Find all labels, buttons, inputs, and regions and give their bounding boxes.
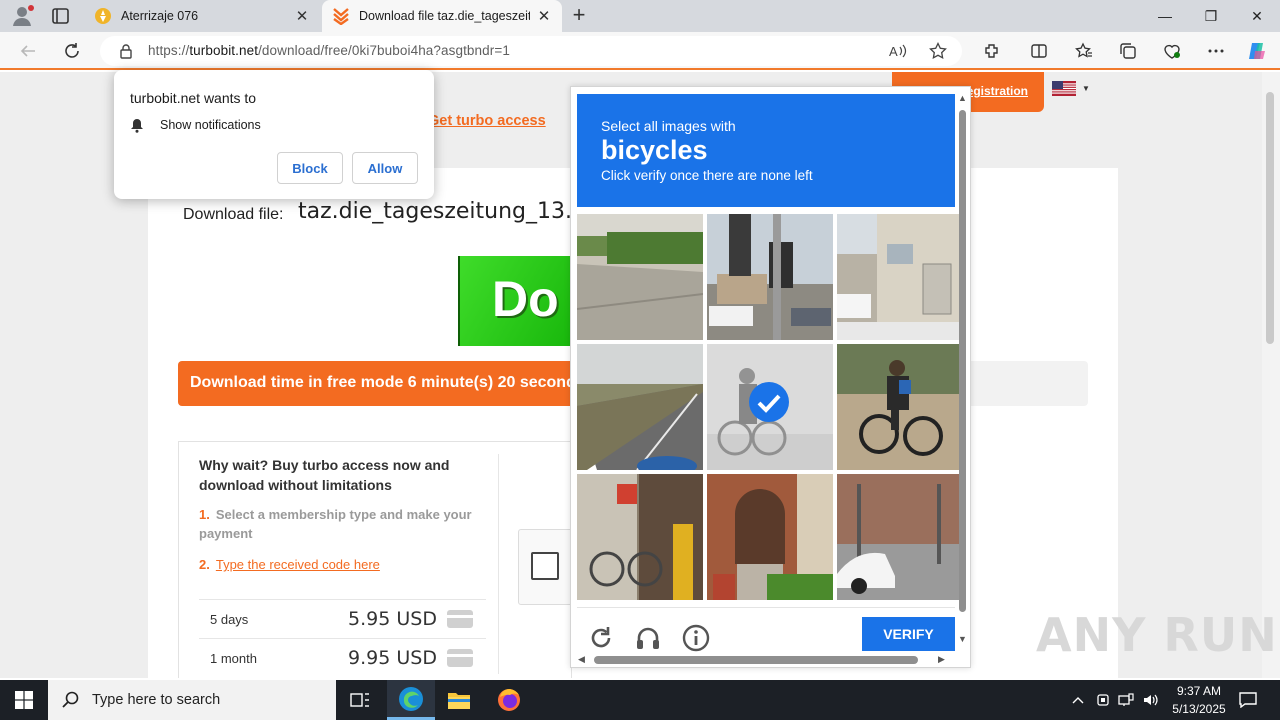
credit-card-icon [447, 610, 473, 628]
search-icon [62, 691, 79, 708]
captcha-scroll-thumb[interactable] [959, 110, 966, 612]
turbo-access-link[interactable]: Get turbo access [428, 113, 546, 129]
file-name: taz.die_tageszeitung_13. [298, 199, 572, 224]
battery-device-icon[interactable] [1093, 690, 1113, 710]
notification-title: turbobit.net wants to [130, 90, 257, 106]
network-icon[interactable] [1116, 690, 1136, 710]
us-flag-icon[interactable] [1052, 81, 1076, 96]
favorite-star-icon[interactable] [927, 40, 949, 62]
refresh-icon[interactable] [61, 40, 83, 62]
captcha-tile-2[interactable] [707, 214, 833, 340]
price-row-5-days[interactable]: 5 days 5.95 USD [199, 599, 486, 638]
why-wait-heading: Why wait? Buy turbo access now and downl… [199, 457, 450, 493]
download-banner-text: Do [492, 271, 559, 327]
reload-icon[interactable] [587, 624, 615, 654]
captcha-divider [577, 607, 955, 608]
price-period: 5 days [210, 611, 249, 627]
download-banner[interactable]: Do [458, 256, 570, 346]
scroll-right-icon[interactable]: ▶ [938, 654, 945, 665]
clock-date[interactable]: 5/13/2025 [1165, 702, 1233, 716]
svg-text:A: A [889, 44, 898, 59]
minimize-button[interactable]: — [1142, 0, 1188, 32]
tab-aterrizaje[interactable]: Aterrizaje 076 ✕ [84, 0, 320, 32]
captcha-tile-1[interactable] [577, 214, 703, 340]
scroll-left-icon[interactable]: ◀ [578, 654, 585, 665]
new-tab-button[interactable]: + [568, 4, 590, 27]
enter-code-link[interactable]: Type the received code here [216, 557, 380, 572]
split-screen-icon[interactable] [1028, 40, 1050, 62]
back-icon[interactable] [17, 40, 39, 62]
extensions-icon[interactable] [981, 40, 1003, 62]
price-amount: 5.95 USD [348, 608, 437, 630]
anyrun-watermark: ANY RUN [1036, 608, 1278, 662]
price-period: 1 month [210, 650, 257, 666]
browser-essentials-icon[interactable] [1161, 40, 1183, 62]
search-placeholder: Type here to search [92, 692, 221, 708]
more-options-icon[interactable] [1205, 40, 1227, 62]
notification-permission-text: Show notifications [160, 118, 261, 132]
edge-taskbar-icon[interactable] [387, 680, 435, 720]
tab-title: Aterrizaje 076 [121, 9, 199, 23]
free-mode-time-text: Download time in free mode 6 minute(s) 2… [190, 374, 570, 391]
notifications-icon[interactable] [1238, 690, 1258, 710]
language-dropdown-caret-icon[interactable]: ▼ [1082, 84, 1090, 93]
tab-download-file[interactable]: Download file taz.die_tageszeitung_13.05… [322, 0, 562, 32]
windows-icon [15, 691, 33, 709]
turbobit-favicon-icon [332, 7, 350, 25]
audio-challenge-icon[interactable] [634, 624, 662, 654]
captcha-tile-6[interactable] [837, 344, 963, 470]
step-1: 1. Select a membership type and make your… [199, 507, 472, 541]
divider [498, 454, 499, 674]
volume-icon[interactable] [1141, 690, 1161, 710]
close-window-button[interactable]: ✕ [1234, 0, 1280, 32]
captcha-instruction: Click verify once there are none left [601, 168, 813, 183]
close-tab-icon[interactable]: ✕ [536, 8, 552, 25]
copilot-icon[interactable] [1246, 40, 1268, 62]
clock-time[interactable]: 9:37 AM [1165, 684, 1233, 698]
favorites-icon[interactable] [1073, 40, 1095, 62]
info-icon[interactable] [682, 624, 710, 654]
profile-icon[interactable] [10, 4, 36, 28]
price-row-1-month[interactable]: 1 month 9.95 USD [199, 638, 486, 677]
step-2: 2. Type the received code here [199, 557, 380, 572]
page-scrollbar-thumb[interactable] [1266, 92, 1274, 344]
captcha-tile-3[interactable] [837, 214, 963, 340]
start-button[interactable] [0, 680, 48, 720]
tab-actions-icon[interactable] [50, 6, 72, 26]
selected-check-icon [748, 381, 790, 423]
url-text[interactable]: https://turbobit.net/download/free/0ki7b… [148, 43, 510, 58]
read-aloud-icon[interactable]: A [887, 40, 909, 62]
scroll-up-icon[interactable]: ▲ [958, 93, 967, 103]
maximize-button[interactable]: ❐ [1188, 0, 1234, 32]
captcha-tile-8[interactable] [707, 474, 833, 600]
taskbar-search[interactable]: Type here to search [48, 680, 336, 720]
captcha-tile-9[interactable] [837, 474, 963, 600]
tab-favicon-icon [94, 7, 112, 25]
collections-icon[interactable] [1117, 40, 1139, 62]
file-explorer-icon[interactable] [435, 680, 483, 720]
task-view-icon[interactable] [336, 680, 384, 720]
allow-button[interactable]: Allow [352, 152, 418, 184]
verify-button[interactable]: VERIFY [862, 617, 955, 651]
captcha-tile-7[interactable] [577, 474, 703, 600]
firefox-icon[interactable] [485, 680, 533, 720]
tab-title: Download file taz.die_tageszeitung_13.05… [359, 9, 530, 23]
captcha-target: bicycles [601, 135, 708, 165]
show-hidden-icons-icon[interactable] [1068, 690, 1088, 710]
captcha-checkbox[interactable] [531, 552, 559, 580]
captcha-horizontal-scroll-thumb[interactable] [594, 656, 918, 664]
credit-card-icon [447, 649, 473, 667]
download-file-label: Download file: [183, 206, 284, 223]
captcha-tile-4[interactable] [577, 344, 703, 470]
close-tab-icon[interactable]: ✕ [294, 8, 310, 25]
lock-icon[interactable] [115, 40, 137, 62]
captcha-prompt: Select all images with [601, 118, 736, 134]
bell-icon [130, 118, 144, 133]
price-amount: 9.95 USD [348, 647, 437, 669]
block-button[interactable]: Block [277, 152, 343, 184]
scroll-down-icon[interactable]: ▼ [958, 634, 967, 644]
